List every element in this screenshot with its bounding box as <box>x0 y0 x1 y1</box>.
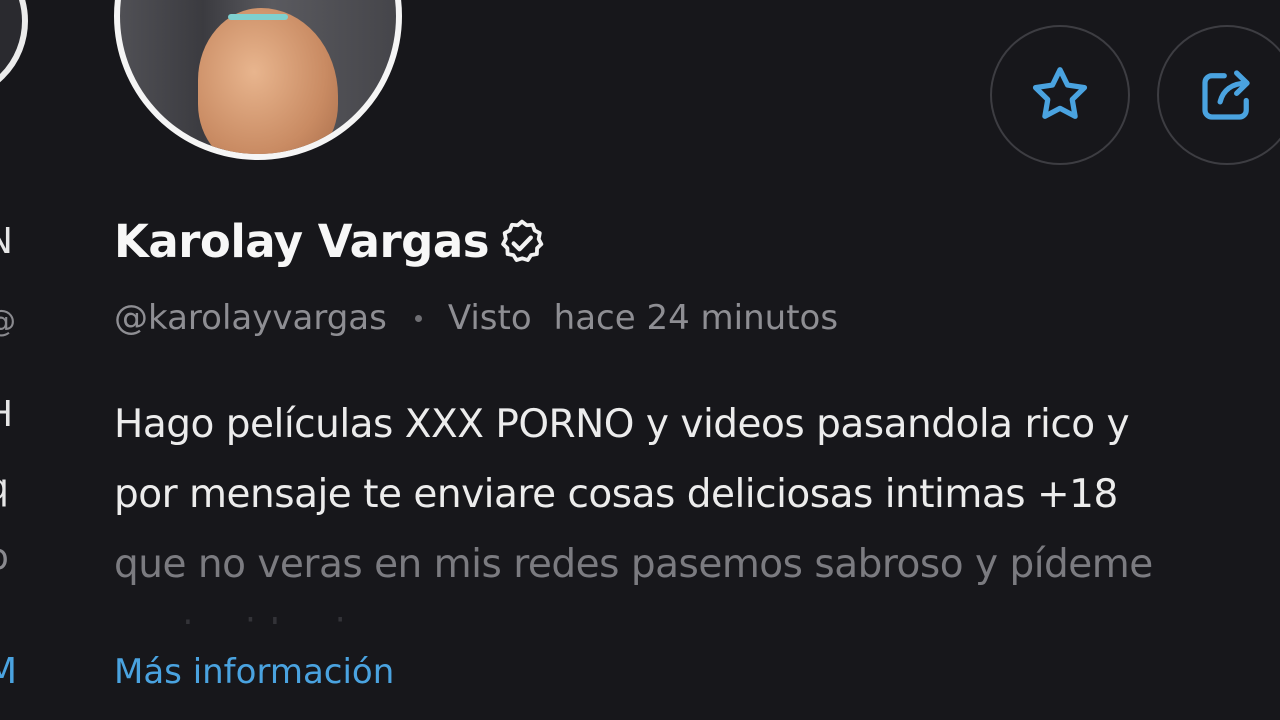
star-icon <box>1032 67 1088 119</box>
share-icon <box>1202 70 1250 120</box>
avatar-photo-subject <box>198 8 338 154</box>
separator-dot <box>414 314 422 322</box>
profile-name: Karolay Vargas <box>114 214 490 268</box>
bio-line-faded: contenido sin censura <box>114 600 1274 624</box>
adjacent-name-fragment: N <box>0 222 13 262</box>
profile-avatar[interactable] <box>114 0 402 160</box>
adjacent-profile-column: N @ H q p M <box>0 0 28 720</box>
last-seen-time: hace 24 minutos <box>553 298 839 338</box>
share-button[interactable] <box>1157 25 1280 165</box>
adjacent-bio-fragment: q <box>0 468 9 508</box>
favorite-button[interactable] <box>990 25 1130 165</box>
adjacent-handle-fragment: @ <box>0 302 16 342</box>
profile-bio: Hago películas XXX PORNO y videos pasand… <box>114 390 1274 624</box>
adjacent-bio-fragment: p <box>0 538 9 578</box>
adjacent-more-link-fragment[interactable]: M <box>0 652 17 692</box>
avatar-photo-detail <box>228 14 288 20</box>
verified-badge-icon <box>501 219 544 263</box>
bio-line-faded: que no veras en mis redes pasemos sabros… <box>114 542 1153 587</box>
more-info-link[interactable]: Más información <box>114 652 394 692</box>
adjacent-bio-fragment: H <box>0 395 13 435</box>
last-seen-label: Visto <box>447 298 532 338</box>
bio-line: por mensaje te enviare cosas deliciosas … <box>114 472 1118 517</box>
bio-line: Hago películas XXX PORNO y videos pasand… <box>114 402 1130 447</box>
profile-handle: @karolayvargas <box>114 298 387 338</box>
adjacent-avatar[interactable] <box>0 0 28 102</box>
profile-meta-row: @karolayvargas Visto hace 24 minutos <box>114 298 838 338</box>
profile-name-row: Karolay Vargas <box>114 212 549 270</box>
profile-page: N @ H q p M Karolay Vargas @karolayvarga… <box>0 0 1280 720</box>
